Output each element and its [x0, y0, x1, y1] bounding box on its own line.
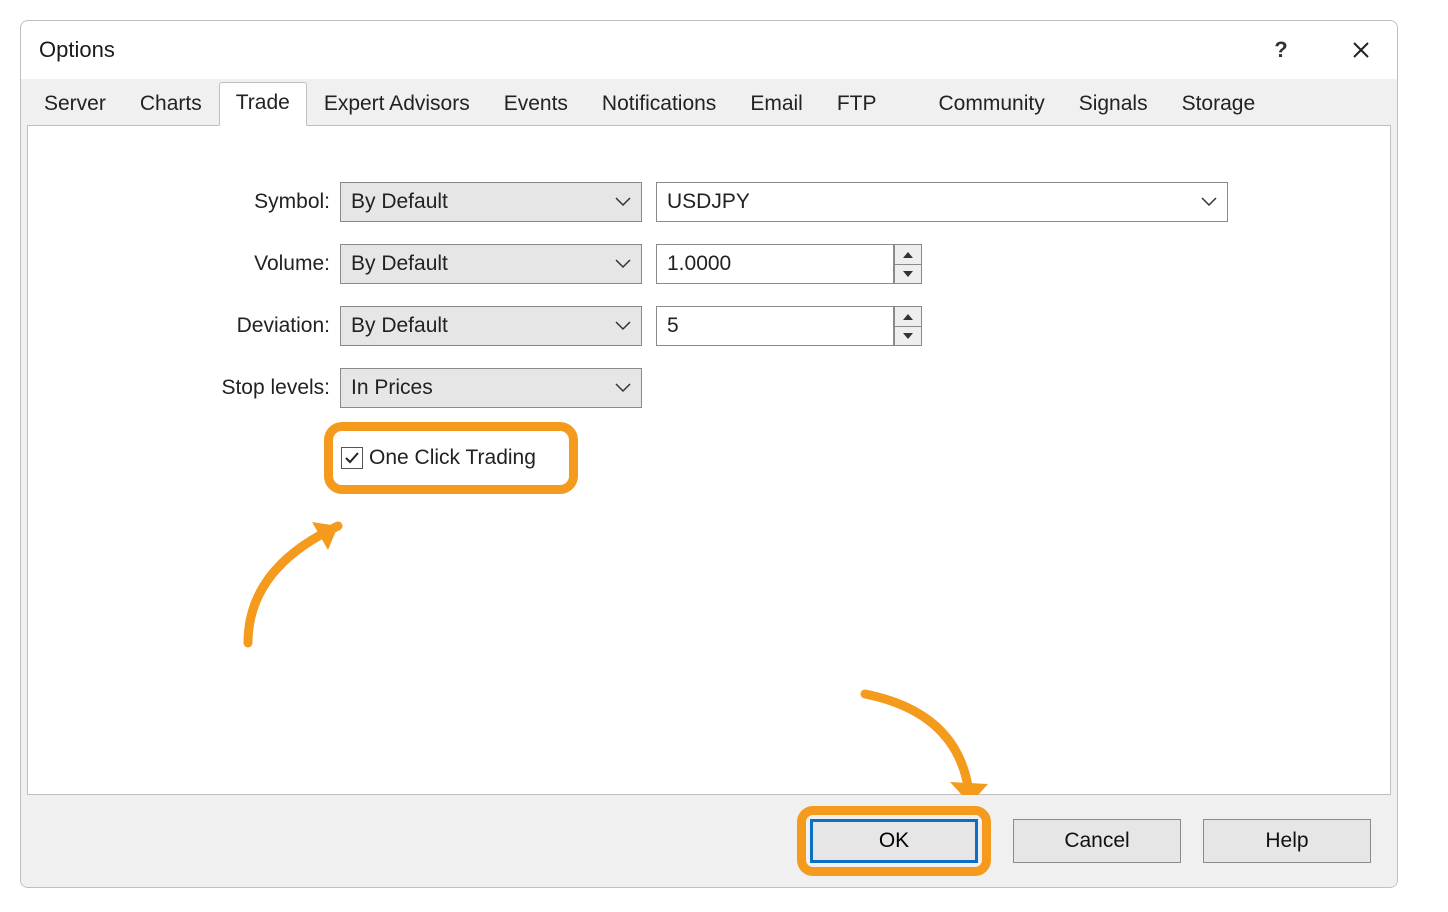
- tab-charts[interactable]: Charts: [123, 83, 219, 126]
- tab-community[interactable]: Community: [922, 83, 1062, 126]
- tab-events[interactable]: Events: [487, 83, 585, 126]
- label-one-click-trading: One Click Trading: [369, 446, 536, 470]
- input-volume-value[interactable]: 1.0000: [656, 244, 894, 284]
- tabs-container: Server Charts Trade Expert Advisors Even…: [21, 79, 1397, 797]
- annotation-arrow-icon: [228, 508, 398, 648]
- input-deviation-value[interactable]: 5: [656, 306, 894, 346]
- tab-trade[interactable]: Trade: [219, 82, 307, 126]
- deviation-value-text: 5: [667, 314, 679, 338]
- tab-server[interactable]: Server: [27, 83, 123, 126]
- combo-volume-mode-value: By Default: [351, 252, 448, 276]
- symbol-value-text: USDJPY: [667, 190, 750, 214]
- tab-storage[interactable]: Storage: [1165, 83, 1273, 126]
- chevron-down-icon: [615, 321, 631, 331]
- tabstrip: Server Charts Trade Expert Advisors Even…: [21, 79, 1397, 125]
- row-deviation: Deviation: By Default 5: [28, 306, 1390, 346]
- dialog-title: Options: [39, 37, 1255, 63]
- ok-button[interactable]: OK: [810, 819, 978, 863]
- chevron-down-icon: [615, 383, 631, 393]
- row-stoplevels: Stop levels: In Prices: [28, 368, 1390, 408]
- spinner-deviation: [894, 306, 922, 346]
- tab-expert-advisors[interactable]: Expert Advisors: [307, 83, 487, 126]
- help-icon[interactable]: ?: [1255, 29, 1307, 71]
- row-volume: Volume: By Default 1.0000: [28, 244, 1390, 284]
- close-icon[interactable]: [1335, 29, 1387, 71]
- combo-symbol-mode[interactable]: By Default: [340, 182, 642, 222]
- tab-notifications[interactable]: Notifications: [585, 83, 733, 126]
- combo-deviation-mode[interactable]: By Default: [340, 306, 642, 346]
- dialog-footer: OK Cancel Help: [21, 795, 1397, 887]
- label-deviation: Deviation:: [28, 314, 340, 338]
- chevron-down-icon: [615, 197, 631, 207]
- spinner-down-icon[interactable]: [894, 264, 922, 284]
- combo-symbol-mode-value: By Default: [351, 190, 448, 214]
- combo-volume-mode[interactable]: By Default: [340, 244, 642, 284]
- chevron-down-icon: [1201, 197, 1217, 207]
- combo-deviation-mode-value: By Default: [351, 314, 448, 338]
- spinner-up-icon[interactable]: [894, 244, 922, 264]
- tab-panel-trade: Symbol: By Default USDJPY Volume: By Def…: [27, 125, 1391, 795]
- help-button[interactable]: Help: [1203, 819, 1371, 863]
- tab-email[interactable]: Email: [733, 83, 820, 126]
- chevron-down-icon: [615, 259, 631, 269]
- spinner-up-icon[interactable]: [894, 306, 922, 326]
- row-symbol: Symbol: By Default USDJPY: [28, 182, 1390, 222]
- label-volume: Volume:: [28, 252, 340, 276]
- options-dialog: Options ? Server Charts Trade Expert Adv…: [20, 20, 1398, 888]
- checkbox-one-click-trading[interactable]: [341, 447, 363, 469]
- cancel-button[interactable]: Cancel: [1013, 819, 1181, 863]
- combo-symbol-value[interactable]: USDJPY: [656, 182, 1228, 222]
- volume-value-text: 1.0000: [667, 252, 731, 276]
- spinner-down-icon[interactable]: [894, 326, 922, 346]
- tab-ftp[interactable]: FTP: [820, 83, 894, 126]
- titlebar: Options ?: [21, 21, 1397, 79]
- label-symbol: Symbol:: [28, 190, 340, 214]
- highlight-one-click-trading: One Click Trading: [324, 422, 578, 494]
- tab-signals[interactable]: Signals: [1062, 83, 1165, 126]
- combo-stoplevels-mode-value: In Prices: [351, 376, 433, 400]
- label-stoplevels: Stop levels:: [28, 376, 340, 400]
- highlight-ok-button: OK: [797, 806, 991, 876]
- combo-stoplevels-mode[interactable]: In Prices: [340, 368, 642, 408]
- spinner-volume: [894, 244, 922, 284]
